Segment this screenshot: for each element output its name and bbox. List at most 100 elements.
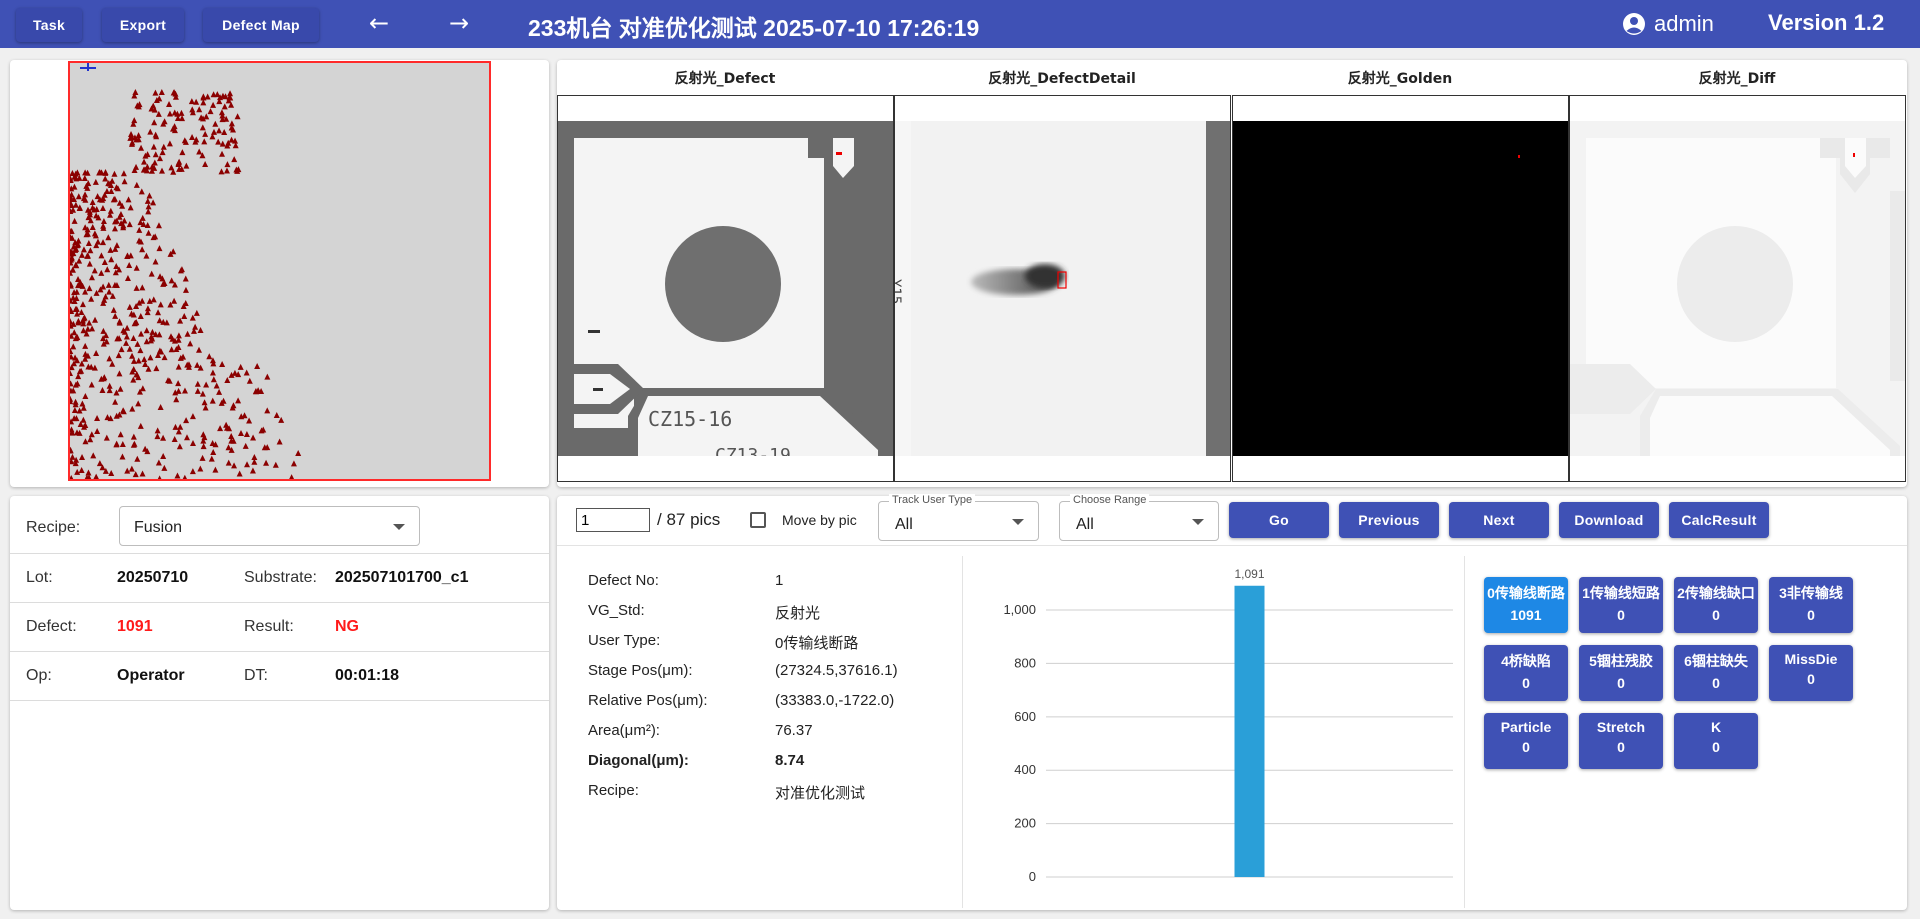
choose-range-label: Choose Range bbox=[1070, 494, 1150, 506]
recipe-row: Recipe: Fusion bbox=[10, 496, 549, 554]
recipe-select[interactable]: Fusion bbox=[119, 506, 420, 546]
calc-result-button[interactable]: CalcResult bbox=[1669, 502, 1769, 538]
defect-marker bbox=[107, 246, 114, 253]
detail-value: 反射光 bbox=[775, 605, 821, 622]
track-user-type-label: Track User Type bbox=[889, 494, 976, 506]
defect-category-button[interactable]: 2传输线缺口 0 bbox=[1674, 577, 1758, 633]
defect-marker bbox=[129, 405, 136, 412]
choose-range-select[interactable]: Choose Range All bbox=[1059, 494, 1219, 541]
back-arrow-icon[interactable]: ← bbox=[364, 10, 394, 38]
defect-marker bbox=[111, 170, 118, 177]
defect-marker bbox=[78, 467, 85, 474]
defect-category-button[interactable]: 3非传输线 0 bbox=[1769, 577, 1853, 633]
wafer-defect-map[interactable] bbox=[68, 61, 491, 481]
defect-marker bbox=[188, 98, 195, 105]
export-button[interactable]: Export bbox=[102, 8, 184, 42]
download-button[interactable]: Download bbox=[1559, 502, 1659, 538]
defect-marker bbox=[242, 442, 249, 449]
defect-marker bbox=[113, 242, 120, 249]
defect-marker bbox=[152, 89, 159, 96]
defect-marker bbox=[84, 325, 91, 332]
defect-row: Defect: 1091 Result: NG bbox=[10, 603, 549, 652]
category-count: 0 bbox=[1617, 675, 1625, 691]
defect-marker bbox=[71, 329, 78, 336]
detail-divider-right bbox=[1464, 556, 1465, 908]
defect-marker bbox=[118, 346, 125, 353]
defect-marker bbox=[249, 467, 256, 474]
diff-image[interactable] bbox=[1569, 95, 1906, 482]
defect-marker bbox=[70, 474, 74, 479]
defect-marker bbox=[171, 435, 178, 442]
defect-marker bbox=[161, 464, 168, 471]
recipe-value: Fusion bbox=[134, 519, 183, 536]
defect-category-button[interactable]: 4桥缺陷 0 bbox=[1484, 645, 1568, 701]
defect-category-button[interactable]: K0 bbox=[1674, 713, 1758, 769]
forward-arrow-icon[interactable]: → bbox=[444, 10, 474, 38]
defect-marker bbox=[199, 454, 206, 461]
move-by-pic-checkbox[interactable] bbox=[750, 512, 766, 528]
go-button[interactable]: Go bbox=[1229, 502, 1329, 538]
defect-marker bbox=[194, 387, 201, 394]
dropdown-caret-icon bbox=[393, 524, 405, 530]
defect-detail-image[interactable]: Y15 bbox=[894, 95, 1231, 482]
defect-marker bbox=[216, 388, 223, 395]
defect-category-button[interactable]: 1传输线短路 0 bbox=[1579, 577, 1663, 633]
defect-marker bbox=[201, 399, 208, 406]
user-menu[interactable]: admin bbox=[1622, 10, 1714, 38]
defect-marker bbox=[168, 277, 175, 284]
defect-marker bbox=[91, 267, 98, 274]
defect-category-button[interactable]: 5锢柱残胶 0 bbox=[1579, 645, 1663, 701]
defect-marker bbox=[212, 466, 219, 473]
defect-marker bbox=[93, 350, 100, 357]
defect-marker bbox=[109, 360, 116, 367]
defect-marker bbox=[181, 313, 188, 320]
page-title: 233机台 对准优化测试 2025-07-10 17:26:19 bbox=[528, 15, 980, 41]
category-name: 0传输线断路 bbox=[1487, 585, 1565, 601]
defect-marker bbox=[126, 303, 133, 310]
defect-marker bbox=[134, 340, 141, 347]
category-count: 0 bbox=[1807, 671, 1815, 687]
defect-marker bbox=[116, 370, 123, 377]
defect-marker bbox=[70, 380, 74, 387]
detail-value: 76.37 bbox=[775, 722, 813, 739]
defect-category-button[interactable]: Stretch 0 bbox=[1579, 713, 1663, 769]
defect-marker bbox=[119, 441, 126, 448]
defect-map-button[interactable]: Defect Map bbox=[203, 8, 319, 42]
defect-marker bbox=[70, 395, 74, 402]
defect-marker bbox=[100, 283, 107, 290]
defect-category-button[interactable]: MissDie 0 bbox=[1769, 645, 1853, 701]
defect-marker bbox=[70, 306, 74, 313]
defect-image[interactable]: CZ15-16 CZ13-19 bbox=[557, 95, 894, 482]
defect-marker bbox=[101, 258, 108, 265]
next-button[interactable]: Next bbox=[1449, 502, 1549, 538]
defect-category-button[interactable]: 0传输线断路 1091 bbox=[1484, 577, 1568, 633]
defect-marker bbox=[210, 376, 217, 383]
track-user-type-select[interactable]: Track User Type All bbox=[878, 494, 1039, 541]
bar[interactable] bbox=[1234, 585, 1265, 877]
defect-marker bbox=[194, 380, 201, 387]
defect-marker bbox=[133, 284, 140, 291]
defect-marker bbox=[150, 199, 157, 206]
defect-marker bbox=[157, 301, 164, 308]
defect-marker bbox=[179, 149, 186, 156]
defect-marker bbox=[194, 361, 201, 368]
defect-category-button[interactable]: 6锢柱缺失 0 bbox=[1674, 645, 1758, 701]
defect-marker bbox=[106, 288, 113, 295]
page-number-input[interactable] bbox=[576, 508, 650, 532]
task-button[interactable]: Task bbox=[16, 8, 82, 42]
defect-marker bbox=[152, 131, 159, 138]
defect-marker bbox=[210, 101, 217, 108]
previous-button[interactable]: Previous bbox=[1339, 502, 1439, 538]
detail-value: (27324.5,37616.1) bbox=[775, 662, 898, 679]
defect-marker bbox=[88, 295, 95, 302]
defect-category-button[interactable]: Particle 0 bbox=[1484, 713, 1568, 769]
top-toolbar: Task Export Defect Map ← → 233机台 对准优化测试 … bbox=[0, 0, 1920, 48]
golden-image[interactable] bbox=[1232, 95, 1569, 482]
defect-marker bbox=[112, 312, 119, 319]
defect-marker bbox=[147, 354, 154, 361]
defect-marker bbox=[202, 404, 209, 411]
defect-marker bbox=[171, 297, 178, 304]
defect-marker bbox=[171, 89, 178, 96]
lot-info-panel: Recipe: Fusion Lot: 20250710 Substrate: … bbox=[10, 496, 549, 910]
defect-marker bbox=[237, 363, 244, 370]
